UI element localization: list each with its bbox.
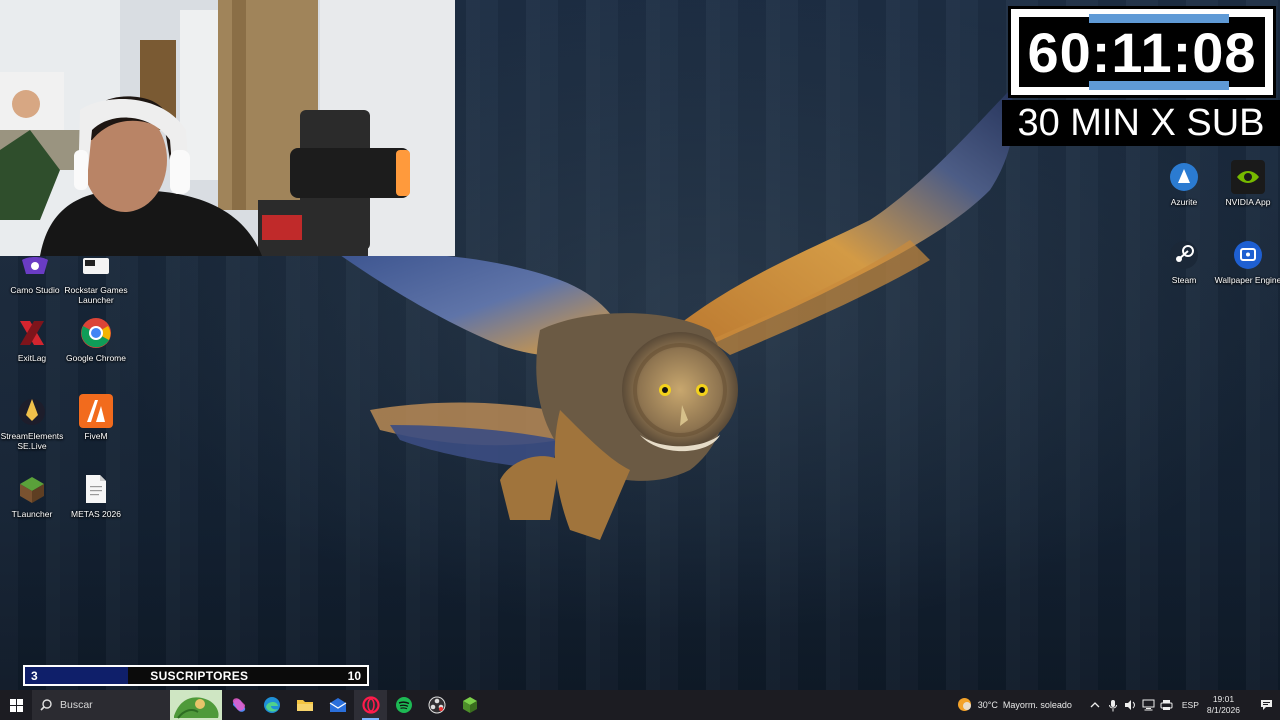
taskbar-clock[interactable]: 19:01 8/1/2026 (1207, 694, 1240, 716)
edge-icon (263, 697, 280, 713)
desktop-icon-label: METAS 2026 (71, 509, 121, 519)
minecraft-icon (462, 697, 477, 713)
desktop-icon-camo-studio[interactable]: Camo Studio (0, 248, 70, 295)
taskbar-app-spotify[interactable] (387, 690, 420, 720)
spotify-icon (395, 697, 412, 713)
desktop-icon-label: Rockstar Games Launcher (64, 285, 128, 305)
text-file-icon (79, 472, 113, 506)
weather-description: Mayorm. soleado (1002, 700, 1072, 710)
taskbar-search-box[interactable]: Buscar (32, 690, 222, 720)
volume-icon[interactable] (1123, 690, 1139, 720)
notification-icon (1260, 700, 1272, 710)
start-button[interactable] (0, 690, 32, 720)
stream-timer-widget: 60:11:08 (1008, 6, 1276, 98)
taskbar-app-obs[interactable] (420, 690, 453, 720)
fivem-icon (79, 394, 113, 428)
desktop-icon-nvidia[interactable]: NVIDIA App (1213, 160, 1280, 207)
weather-widget[interactable]: 30°C Mayorm. soleado (957, 697, 1072, 714)
system-tray: 30°C Mayorm. soleado ESP 19:01 8/1/2026 (957, 690, 1280, 720)
weather-sun-icon (957, 697, 972, 714)
webcam-feed (0, 0, 455, 256)
clock-date: 8/1/2026 (1206, 705, 1240, 715)
desktop-icon-label: TLauncher (11, 509, 53, 519)
desktop-icon-label: StreamElements SE.Live (0, 431, 64, 451)
search-placeholder: Buscar (60, 699, 93, 711)
windows-logo-icon (9, 698, 23, 712)
desktop-icon-chrome[interactable]: Google Chrome (61, 316, 131, 363)
desktop-icon-tlauncher[interactable]: TLauncher (0, 472, 67, 519)
subscriber-goal-label: SUSCRIPTORES (150, 668, 249, 683)
taskbar: Buscar 30°C Mayorm. soleado ESP 19:01 8/… (0, 690, 1280, 720)
desktop-icon-label: Azurite (1170, 197, 1198, 207)
search-highlight-image (170, 690, 222, 720)
weather-temperature: 30°C (977, 700, 998, 710)
taskbar-app-opera-gx[interactable] (354, 690, 387, 720)
rockstar-icon (79, 248, 113, 282)
show-hidden-icons-chevron-up-icon[interactable] (1087, 690, 1103, 720)
desktop-icon-label: FiveM (84, 431, 108, 441)
subscriber-goal-bar: 3 SUSCRIPTORES 10 (23, 665, 369, 686)
file-explorer-icon (296, 700, 313, 711)
notification-center-button[interactable] (1252, 690, 1280, 720)
mail-icon (329, 698, 346, 712)
stream-timer-panel: 60:11:08 (1019, 14, 1265, 90)
desktop-icon-label: NVIDIA App (1225, 197, 1271, 207)
taskbar-app-minecraft[interactable] (453, 690, 486, 720)
taskbar-app-mail[interactable] (321, 690, 354, 720)
language-indicator[interactable]: ESP (1182, 700, 1199, 710)
obs-icon (428, 696, 445, 714)
desktop-icon-steam[interactable]: Steam (1149, 238, 1219, 285)
desktop-icon-label: Wallpaper Engine (1214, 275, 1280, 285)
streamelements-icon (15, 394, 49, 428)
clock-time: 19:01 (1212, 694, 1235, 704)
subscriber-goal-target: 10 (347, 668, 361, 683)
wallpaper-engine-icon (1231, 238, 1265, 272)
desktop-icon-metas-2026[interactable]: METAS 2026 (61, 472, 131, 519)
taskbar-app-copilot[interactable] (222, 690, 255, 720)
taskbar-app-file-explorer[interactable] (288, 690, 321, 720)
chrome-icon (79, 316, 113, 350)
azurite-icon (1167, 160, 1201, 194)
taskbar-app-edge[interactable] (255, 690, 288, 720)
printer-icon[interactable] (1159, 690, 1175, 720)
exitlag-icon (15, 316, 49, 350)
desktop-icon-rockstar[interactable]: Rockstar Games Launcher (61, 248, 131, 305)
copilot-icon (232, 698, 245, 712)
desktop-icon-label: Camo Studio (10, 285, 60, 295)
camo-studio-icon (18, 248, 52, 282)
desktop-icon-fivem[interactable]: FiveM (61, 394, 131, 441)
network-icon[interactable] (1141, 690, 1157, 720)
nvidia-icon (1231, 160, 1265, 194)
desktop-icon-azurite[interactable]: Azurite (1149, 160, 1219, 207)
desktop-icon-streamelements[interactable]: StreamElements SE.Live (0, 394, 67, 451)
subathon-rule-label: 30 MIN X SUB (1002, 100, 1280, 146)
search-icon (40, 699, 52, 711)
desktop-icon-label: ExitLag (17, 353, 47, 363)
stream-timer: 60:11:08 (1027, 20, 1257, 84)
tlauncher-icon (15, 472, 49, 506)
subscriber-goal-current: 3 (31, 668, 38, 683)
timer-accent-bar-bottom (1089, 81, 1229, 90)
opera-gx-icon (361, 696, 380, 714)
desktop-icon-label: Google Chrome (65, 353, 126, 363)
desktop-icon-wallpaper-engine[interactable]: Wallpaper Engine (1213, 238, 1280, 285)
steam-icon (1167, 238, 1201, 272)
timer-accent-bar-top (1089, 14, 1229, 23)
desktop-icon-exitlag[interactable]: ExitLag (0, 316, 67, 363)
desktop-icon-label: Steam (1171, 275, 1197, 285)
microphone-icon[interactable] (1105, 690, 1121, 720)
